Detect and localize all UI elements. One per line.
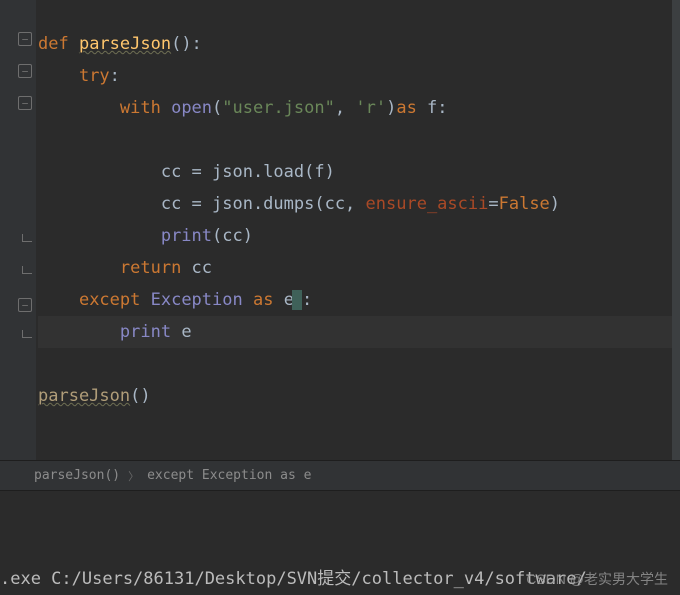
breadcrumb-item[interactable]: except Exception as e (147, 468, 311, 483)
breadcrumb-item[interactable]: parseJson() (34, 468, 120, 483)
string-literal: 'r' (355, 98, 386, 118)
fold-icon[interactable] (18, 32, 32, 46)
code-text: () (130, 386, 150, 406)
code-line[interactable]: cc = json.dumps(cc, ensure_ascii=False) (38, 188, 680, 220)
fold-end-icon (22, 234, 32, 242)
code-text: ) (386, 98, 396, 118)
string-literal: "user.json" (222, 98, 335, 118)
code-line[interactable]: print(cc) (38, 220, 680, 252)
keyword-with: with (120, 98, 171, 118)
fold-end-icon (22, 330, 32, 338)
identifier: cc (192, 258, 212, 278)
bool-literal: False (499, 194, 550, 214)
keyword-return: return (120, 258, 192, 278)
code-line[interactable]: def parseJson(): (38, 28, 680, 60)
code-line[interactable]: return cc (38, 252, 680, 284)
code-line[interactable]: except Exception as e: (38, 284, 680, 316)
identifier: e (181, 322, 191, 342)
kwarg: ensure_ascii (366, 194, 489, 214)
code-text: ( (212, 98, 222, 118)
fold-end-icon (22, 266, 32, 274)
chevron-right-icon: 〉 (128, 468, 139, 484)
code-text: cc = json.load(f) (161, 162, 335, 182)
keyword-except: except (79, 290, 151, 310)
code-text: ) (550, 194, 560, 214)
builtin-print: print (120, 322, 181, 342)
exception-class: Exception (151, 290, 253, 310)
code-line[interactable] (38, 124, 680, 156)
builtin-open: open (171, 98, 212, 118)
code-text: (): (171, 34, 202, 54)
code-text: cc = json.dumps(cc, (161, 194, 366, 214)
scrollbar[interactable] (672, 0, 680, 460)
builtin-print: print (161, 226, 212, 246)
fold-icon[interactable] (18, 96, 32, 110)
code-line[interactable]: cc = json.load(f) (38, 156, 680, 188)
code-line[interactable]: try: (38, 60, 680, 92)
fold-icon[interactable] (18, 298, 32, 312)
code-text: (cc) (212, 226, 253, 246)
code-line[interactable]: parseJson() (38, 380, 680, 412)
code-line[interactable]: print e (38, 316, 680, 348)
code-editor[interactable]: def parseJson(): try: with open("user.js… (0, 0, 680, 460)
caret (292, 290, 302, 310)
function-name: parseJson (79, 34, 171, 54)
keyword-as: as (253, 290, 284, 310)
function-call: parseJson (38, 386, 130, 406)
keyword-as: as (396, 98, 427, 118)
gutter (0, 0, 36, 460)
fold-icon[interactable] (18, 64, 32, 78)
code-line[interactable] (38, 348, 680, 380)
code-text: : (110, 66, 120, 86)
code-text: , (335, 98, 355, 118)
code-text: = (488, 194, 498, 214)
code-area[interactable]: def parseJson(): try: with open("user.js… (36, 0, 680, 460)
keyword-def: def (38, 34, 79, 54)
keyword-try: try (79, 66, 110, 86)
watermark: CSDN @老实男大学生 (526, 569, 668, 589)
code-line[interactable]: with open("user.json", 'r')as f: (38, 92, 680, 124)
identifier: f: (427, 98, 447, 118)
code-text: : (302, 290, 312, 310)
breadcrumb[interactable]: parseJson() 〉 except Exception as e (0, 460, 680, 490)
